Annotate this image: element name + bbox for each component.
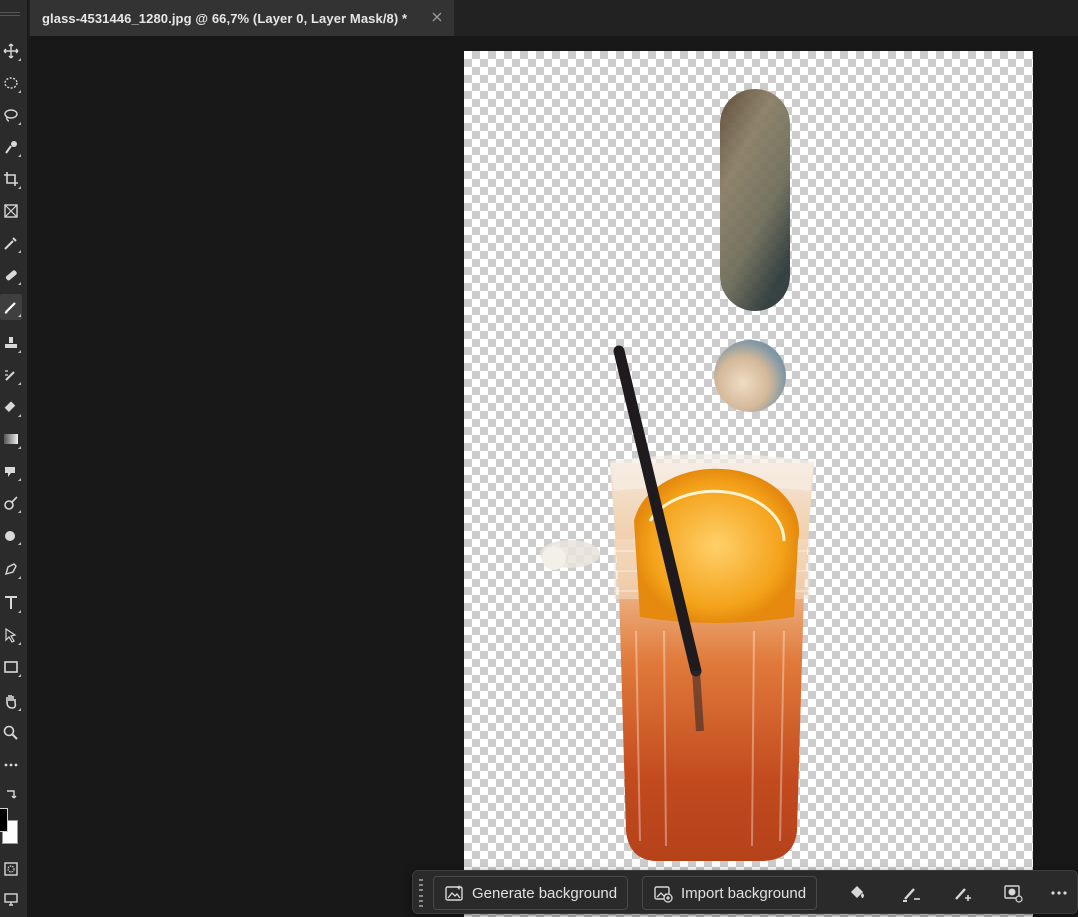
stamp-icon — [5, 337, 17, 348]
more-options-button[interactable] — [1047, 881, 1071, 905]
quick-mask-icon — [4, 862, 18, 876]
tools-toolbar — [0, 0, 28, 917]
rectangle-icon — [4, 661, 18, 673]
document-title: glass-4531446_1280.jpg @ 66,7% (Layer 0,… — [42, 10, 408, 26]
taskbar-drag-handle[interactable] — [419, 879, 425, 907]
crop-icon — [4, 172, 18, 186]
import-background-button[interactable]: Import background — [642, 876, 818, 910]
lasso-icon — [4, 109, 18, 122]
generate-background-button[interactable]: Generate background — [433, 876, 629, 910]
swap-colors[interactable] — [0, 782, 22, 808]
bandage-icon — [5, 270, 17, 281]
quick-mask-mode[interactable] — [0, 856, 22, 882]
subtract-brush-button[interactable] — [899, 881, 923, 905]
eyedropper-tool[interactable] — [0, 230, 22, 256]
gradient-tool[interactable] — [0, 426, 22, 452]
type-icon — [5, 596, 17, 609]
zoom-icon — [3, 725, 18, 740]
marquee-tool[interactable] — [0, 70, 22, 96]
document-tab[interactable]: glass-4531446_1280.jpg @ 66,7% (Layer 0,… — [30, 0, 454, 36]
screen-mode-icon — [4, 893, 18, 906]
pen-icon — [4, 563, 17, 576]
dodge-tool[interactable] — [0, 490, 22, 516]
hand-icon — [6, 695, 17, 709]
mask-options-icon — [1004, 885, 1023, 903]
more-tools[interactable] — [0, 752, 22, 778]
lasso-tool[interactable] — [0, 102, 22, 128]
brush-add-icon — [955, 888, 971, 901]
frame-icon — [4, 204, 18, 218]
history-brush-tool[interactable] — [0, 362, 22, 388]
image-add-icon — [654, 886, 673, 903]
arrow-select-icon — [5, 627, 17, 643]
canvas-image — [540, 89, 814, 861]
zoom-tool[interactable] — [0, 720, 22, 746]
blur-tool[interactable] — [0, 522, 22, 548]
hand-tool[interactable] — [0, 688, 22, 714]
eyedropper-icon — [4, 237, 17, 250]
foreground-color-swatch[interactable] — [0, 808, 8, 832]
history-brush-icon — [5, 370, 15, 381]
more-icon — [1051, 891, 1067, 895]
eraser-tool[interactable] — [0, 394, 22, 420]
add-brush-button[interactable] — [951, 881, 975, 905]
import-background-label: Import background — [681, 884, 807, 902]
brush-tool[interactable] — [0, 294, 22, 320]
ellipse-marquee-icon — [4, 77, 18, 89]
mask-options-button[interactable] — [1001, 881, 1025, 905]
type-tool[interactable] — [0, 590, 22, 616]
dodge-icon — [4, 496, 18, 510]
fill-button[interactable] — [845, 881, 869, 905]
move-icon — [3, 43, 19, 59]
rectangle-tool[interactable] — [0, 654, 22, 680]
more-icon — [4, 763, 18, 767]
smudge-icon — [5, 467, 15, 477]
image-sparkle-icon — [445, 885, 463, 901]
blur-icon — [5, 531, 15, 541]
generate-background-label: Generate background — [472, 884, 618, 902]
brush-icon — [4, 302, 16, 314]
spot-healing-tool[interactable] — [0, 262, 22, 288]
eraser-icon — [4, 401, 16, 412]
smudge-tool[interactable] — [0, 458, 22, 484]
path-selection-tool[interactable] — [0, 622, 22, 648]
gradient-icon — [4, 434, 18, 444]
document-canvas[interactable] — [464, 51, 1033, 917]
quick-selection-icon — [5, 141, 17, 154]
clone-stamp-tool[interactable] — [0, 330, 22, 356]
frame-tool[interactable] — [0, 198, 22, 224]
swap-icon — [7, 790, 17, 799]
close-icon[interactable] — [430, 10, 444, 24]
brush-subtract-icon — [903, 888, 920, 902]
move-tool[interactable] — [0, 38, 22, 64]
toolbar-grip[interactable] — [0, 12, 20, 16]
quick-selection-tool[interactable] — [0, 134, 22, 160]
paint-bucket-icon — [851, 886, 864, 898]
contextual-task-bar: Generate background Import background — [412, 870, 1078, 914]
pen-tool[interactable] — [0, 556, 22, 582]
crop-tool[interactable] — [0, 166, 22, 192]
screen-mode[interactable] — [0, 886, 22, 912]
